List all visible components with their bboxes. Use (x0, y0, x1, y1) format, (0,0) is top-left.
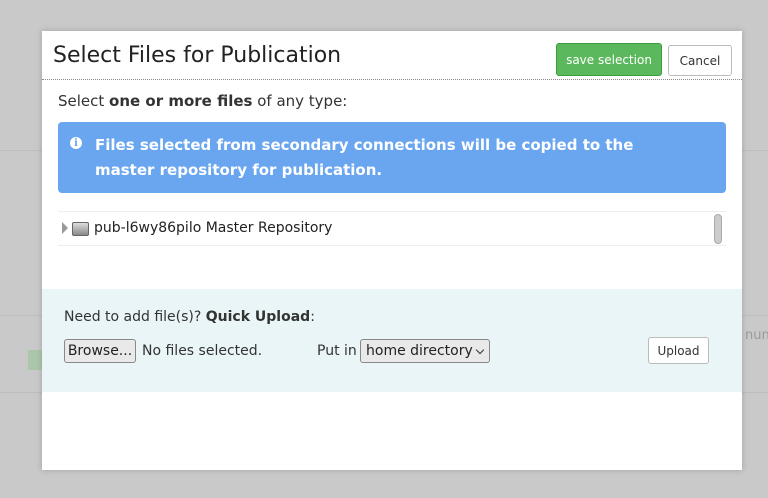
info-icon: i (70, 137, 82, 149)
dialog-header: Select Files for Publication save select… (42, 31, 742, 80)
select-files-dialog: Select Files for Publication save select… (42, 31, 742, 470)
upload-button[interactable]: Upload (648, 337, 709, 364)
upload-prompt: Need to add file(s)? Quick Upload: (64, 309, 315, 325)
dialog-title: Select Files for Publication (53, 43, 342, 68)
cancel-button[interactable]: Cancel (668, 45, 732, 76)
put-in-label: Put in (317, 343, 357, 359)
directory-select-value: home directory (366, 343, 473, 359)
info-alert: i Files selected from secondary connecti… (58, 122, 726, 193)
file-status-text: No files selected. (142, 343, 263, 359)
alert-text: Files selected from secondary connection… (95, 136, 634, 179)
tree-scrollbar[interactable] (714, 214, 722, 244)
expand-arrow-icon[interactable] (62, 222, 68, 234)
chevron-down-icon (475, 345, 485, 355)
quick-upload-panel: Need to add file(s)? Quick Upload: Brows… (42, 289, 742, 392)
file-tree[interactable]: pub-l6wy86pilo Master Repository (58, 211, 726, 246)
browse-button[interactable]: Browse... (64, 339, 136, 363)
background-add-icon (28, 350, 42, 370)
directory-select[interactable]: home directory (360, 339, 490, 363)
save-selection-button[interactable]: save selection (556, 43, 662, 76)
instruction-text: Select one or more files of any type: (58, 92, 348, 110)
drive-icon (72, 222, 89, 236)
background-text: nun (745, 328, 768, 343)
tree-item-master-repository[interactable]: pub-l6wy86pilo Master Repository (94, 220, 332, 236)
